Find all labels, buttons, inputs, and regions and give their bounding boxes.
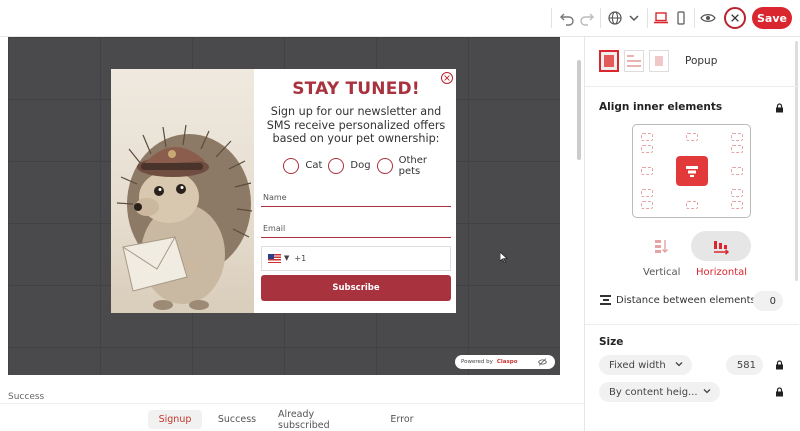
vertical-layout-icon <box>655 240 668 253</box>
settings-panel: Popup Align inner elements Vertical Hori… <box>584 37 800 431</box>
us-flag-icon[interactable] <box>268 253 281 263</box>
tab-error[interactable]: Error <box>384 410 420 429</box>
close-icon[interactable] <box>724 7 746 29</box>
radio-other-pets[interactable]: Other pets <box>376 154 429 177</box>
toolbar-divider <box>647 8 648 28</box>
toolbar-divider <box>600 8 601 28</box>
align-ghost[interactable] <box>731 145 743 153</box>
popup-description: Sign up for our newsletter and SMS recei… <box>266 105 446 145</box>
chevron-down-icon[interactable] <box>625 9 643 27</box>
mobile-icon[interactable] <box>672 9 690 27</box>
align-ghost[interactable] <box>731 167 743 175</box>
horizontal-direction-button[interactable] <box>691 231 751 261</box>
radio-circle[interactable] <box>283 157 300 174</box>
layout-switcher <box>599 50 669 72</box>
radio-label: Other pets <box>398 154 427 177</box>
redo-icon[interactable] <box>578 9 596 27</box>
radio-label: Dog <box>350 160 371 171</box>
width-mode-select[interactable]: Fixed width <box>599 355 692 375</box>
distance-icon <box>600 295 611 305</box>
hide-eye-icon[interactable] <box>537 358 547 366</box>
size-section-title: Size <box>599 336 624 348</box>
tab-already-subscribed[interactable]: Already subscribed <box>278 409 368 431</box>
alignment-grid[interactable] <box>632 124 751 218</box>
pet-options: Cat Dog Other pets <box>261 155 451 177</box>
phone-field[interactable]: ▼ +1 <box>261 245 451 271</box>
horizontal-layout-icon <box>714 241 730 255</box>
state-label: Success <box>8 392 45 402</box>
phone-code: +1 <box>294 253 307 263</box>
radio-circle[interactable] <box>328 157 345 174</box>
save-button[interactable]: Save <box>752 7 792 29</box>
layout-image-background-icon[interactable] <box>649 50 669 72</box>
canvas-scrollbar[interactable] <box>577 60 581 160</box>
radio-circle[interactable] <box>376 157 393 174</box>
popup-preview[interactable]: STAY TUNED! Sign up for our newsletter a… <box>111 69 456 313</box>
subscribe-button[interactable]: Subscribe <box>261 274 451 301</box>
width-input[interactable]: 581 <box>726 355 763 375</box>
layout-label: Popup <box>685 55 718 67</box>
hedgehog-image <box>111 69 254 313</box>
align-ghost[interactable] <box>641 201 653 209</box>
align-ghost[interactable] <box>641 167 653 175</box>
align-ghost[interactable] <box>641 145 653 153</box>
chevron-down-icon <box>703 389 711 394</box>
lock-icon[interactable] <box>775 103 784 113</box>
mouse-cursor-icon <box>500 252 508 263</box>
powered-by-text: Powered by <box>461 359 493 365</box>
name-field[interactable]: Name <box>261 193 451 207</box>
globe-icon[interactable] <box>606 9 624 27</box>
align-ghost[interactable] <box>686 133 698 141</box>
align-center-icon[interactable] <box>676 156 708 186</box>
toolbar-divider <box>551 8 552 28</box>
top-toolbar: Save <box>0 0 800 37</box>
align-ghost[interactable] <box>731 133 743 141</box>
popup-content: STAY TUNED! Sign up for our newsletter a… <box>254 69 456 313</box>
divider <box>585 324 799 325</box>
chevron-down-icon[interactable]: ▼ <box>284 254 289 262</box>
radio-label: Cat <box>305 160 323 171</box>
divider <box>585 86 799 87</box>
distance-input[interactable]: 0 <box>753 291 783 311</box>
undo-icon[interactable] <box>558 9 576 27</box>
desktop-icon[interactable] <box>652 9 670 27</box>
align-ghost[interactable] <box>641 189 653 197</box>
layout-image-left-icon[interactable] <box>599 50 619 72</box>
width-mode-value: Fixed width <box>609 359 666 371</box>
align-section-title: Align inner elements <box>599 101 723 113</box>
chevron-down-icon <box>675 362 683 367</box>
tab-signup[interactable]: Signup <box>148 410 202 429</box>
layout-image-top-icon[interactable] <box>624 50 644 72</box>
vertical-direction-button[interactable] <box>631 231 691 261</box>
horizontal-label: Horizontal <box>696 267 748 278</box>
radio-cat[interactable]: Cat <box>283 157 323 174</box>
state-tabs: Signup Success Already subscribed Error <box>0 403 584 431</box>
tab-success[interactable]: Success <box>212 410 262 429</box>
powered-by-badge[interactable]: Powered by Claspo <box>455 355 555 369</box>
lock-icon[interactable] <box>775 360 784 370</box>
radio-dog[interactable]: Dog <box>328 157 371 174</box>
align-ghost[interactable] <box>731 189 743 197</box>
claspo-logo: Claspo <box>496 359 518 365</box>
popup-close-icon[interactable] <box>441 72 453 84</box>
preview-eye-icon[interactable] <box>699 9 717 27</box>
toolbar-divider <box>694 8 695 28</box>
align-ghost[interactable] <box>731 201 743 209</box>
panel-scrollbar[interactable] <box>795 41 798 281</box>
lock-icon[interactable] <box>775 387 784 397</box>
popup-title: STAY TUNED! <box>292 79 420 99</box>
height-mode-value: By content heig... <box>609 386 698 398</box>
email-field[interactable]: Email <box>261 224 451 238</box>
vertical-label: Vertical <box>643 267 681 278</box>
align-ghost[interactable] <box>641 133 653 141</box>
distance-label: Distance between elements <box>616 295 756 306</box>
align-ghost[interactable] <box>686 201 698 209</box>
height-mode-select[interactable]: By content heig... <box>599 382 720 402</box>
